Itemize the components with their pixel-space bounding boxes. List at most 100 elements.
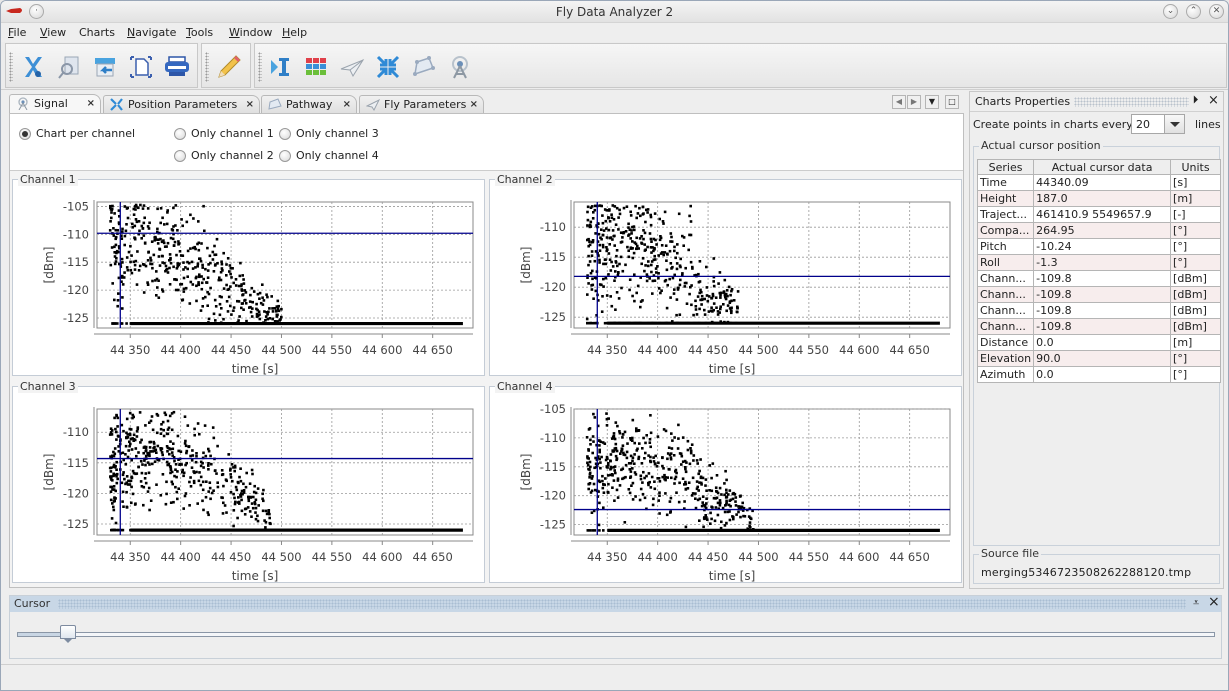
close-panel-icon[interactable]: ×	[1208, 93, 1219, 108]
data-point	[142, 503, 145, 507]
maximize-button[interactable]: ⌃	[1186, 4, 1201, 19]
minimize-panel-icon[interactable]: ⏵	[1193, 95, 1198, 106]
cursor-step-button[interactable]	[265, 52, 295, 82]
data-point	[116, 229, 119, 232]
table-row[interactable]: Chann... -109.8 [dBm]	[976, 318, 1221, 335]
toolbar-grip[interactable]	[9, 52, 13, 82]
chart-per-channel-radio[interactable]: Chart per channel	[19, 127, 135, 140]
data-point	[676, 447, 680, 450]
scroll-tabs-left-button[interactable]: ◀	[892, 95, 906, 109]
tab-signal[interactable]: Signal ×	[9, 94, 101, 113]
table-row[interactable]: Pitch -10.24 [°]	[976, 238, 1221, 255]
grid-button[interactable]	[301, 52, 331, 82]
data-point	[602, 529, 605, 532]
cursor-slider-thumb[interactable]	[59, 625, 76, 643]
column-header-series[interactable]: Series	[976, 159, 1035, 175]
data-point	[671, 276, 675, 280]
fly-parameters-button[interactable]	[337, 52, 367, 82]
menu-charts[interactable]: Charts	[79, 26, 115, 39]
menu-help[interactable]: Help	[282, 26, 307, 39]
data-point	[166, 450, 169, 453]
data-point	[238, 315, 241, 318]
data-point	[649, 237, 653, 241]
edit-button[interactable]	[214, 52, 244, 82]
channel-3-chart[interactable]: 44 350 44 400 44 450 44 500 44 550 44 600 44 6…	[13, 387, 486, 584]
only-channel-3-radio[interactable]: Only channel 3	[279, 127, 379, 140]
only-channel-2-radio[interactable]: Only channel 2	[174, 149, 274, 162]
tab-pathway[interactable]: Pathway ×	[261, 95, 357, 113]
scroll-tabs-right-button[interactable]: ▶	[907, 95, 921, 109]
table-row[interactable]: Time 44340.09 [s]	[976, 174, 1221, 191]
table-row[interactable]: Chann... -109.8 [dBm]	[976, 302, 1221, 319]
toolbar-grip[interactable]	[205, 52, 209, 82]
chevron-down-icon[interactable]	[1164, 115, 1184, 133]
data-point	[737, 510, 740, 514]
data-point	[182, 474, 185, 478]
data-point	[128, 433, 132, 437]
menu-navigate[interactable]: Navigate	[127, 26, 176, 39]
points-interval-select[interactable]: 20	[1131, 114, 1185, 134]
table-row[interactable]: Chann... -109.8 [dBm]	[976, 270, 1221, 287]
plot-area[interactable]	[96, 408, 474, 536]
only-channel-1-radio[interactable]: Only channel 1	[174, 127, 274, 140]
data-point	[123, 271, 126, 274]
column-header-units[interactable]: Units	[1170, 159, 1221, 175]
position-parameters-button[interactable]	[373, 52, 403, 82]
data-point	[159, 494, 163, 497]
table-row[interactable]: Roll -1.3 [°]	[976, 254, 1221, 271]
tab-list-dropdown-button[interactable]: ▼	[925, 95, 939, 109]
close-tab-icon[interactable]: ×	[246, 96, 254, 113]
data-point	[188, 504, 191, 507]
menu-window[interactable]: Window	[229, 26, 272, 39]
minimize-panel-icon[interactable]: ⩡	[1193, 596, 1199, 610]
table-row[interactable]: Azimuth 0.0 [°]	[976, 366, 1221, 383]
table-row[interactable]: Height 187.0 [m]	[976, 190, 1221, 207]
close-tab-icon[interactable]: ×	[470, 96, 478, 113]
disconnect-button[interactable]	[18, 52, 48, 82]
maximize-tab-button[interactable]: □	[945, 95, 959, 109]
data-point	[128, 444, 131, 448]
channel-1-chart[interactable]: 44 350 44 400 44 450 44 500 44 550 44 600 44 6…	[13, 180, 486, 377]
menu-file[interactable]: File	[8, 26, 26, 39]
tab-fly-parameters[interactable]: Fly Parameters ×	[359, 95, 484, 113]
data-point	[122, 429, 125, 433]
table-row[interactable]: Elevation 90.0 [°]	[976, 350, 1221, 367]
only-channel-4-radio[interactable]: Only channel 4	[279, 149, 379, 162]
close-window-button[interactable]: ✕	[1209, 4, 1224, 19]
channel-4-chart[interactable]: 44 350 44 400 44 450 44 500 44 550 44 600 44 6…	[490, 387, 963, 584]
channel-2-chart[interactable]: 44 350 44 400 44 450 44 500 44 550 44 600 44 6…	[490, 180, 963, 377]
search-document-button[interactable]	[54, 52, 84, 82]
data-point	[153, 460, 157, 463]
data-point	[114, 489, 117, 493]
tab-position-parameters[interactable]: Position Parameters ×	[103, 95, 260, 113]
data-point	[177, 240, 180, 243]
column-header-data[interactable]: Actual cursor data	[1033, 159, 1172, 175]
minimize-button[interactable]: ⌄	[1163, 4, 1178, 19]
pathway-button[interactable]	[409, 52, 439, 82]
data-point	[219, 270, 223, 274]
panel-drag-handle[interactable]	[1074, 97, 1189, 107]
close-tab-icon[interactable]: ×	[343, 96, 351, 113]
cursor-slider-track[interactable]	[17, 632, 1215, 637]
data-point	[720, 520, 723, 524]
import-button[interactable]	[90, 52, 120, 82]
close-tab-icon[interactable]: ×	[87, 95, 95, 112]
data-point	[251, 300, 254, 304]
data-point	[653, 254, 656, 258]
close-panel-icon[interactable]: ×	[1208, 594, 1220, 610]
data-point	[172, 244, 176, 247]
data-point	[110, 207, 114, 211]
page-fit-button[interactable]	[126, 52, 156, 82]
table-row[interactable]: Compa... 264.95 [°]	[976, 222, 1221, 239]
menu-tools[interactable]: Tools	[186, 26, 213, 39]
table-row[interactable]: Chann... -109.8 [dBm]	[976, 286, 1221, 303]
data-point	[268, 307, 271, 310]
table-row[interactable]: Distance 0.0 [m]	[976, 334, 1221, 351]
signal-button[interactable]	[445, 52, 475, 82]
print-button[interactable]	[162, 52, 192, 82]
menu-view[interactable]: View	[40, 26, 66, 39]
toolbar-grip[interactable]	[258, 52, 262, 82]
panel-drag-handle[interactable]	[58, 599, 1186, 609]
plot-area[interactable]	[573, 201, 951, 329]
table-row[interactable]: Traject... 461410.9 5549657.9 [-]	[976, 206, 1221, 223]
